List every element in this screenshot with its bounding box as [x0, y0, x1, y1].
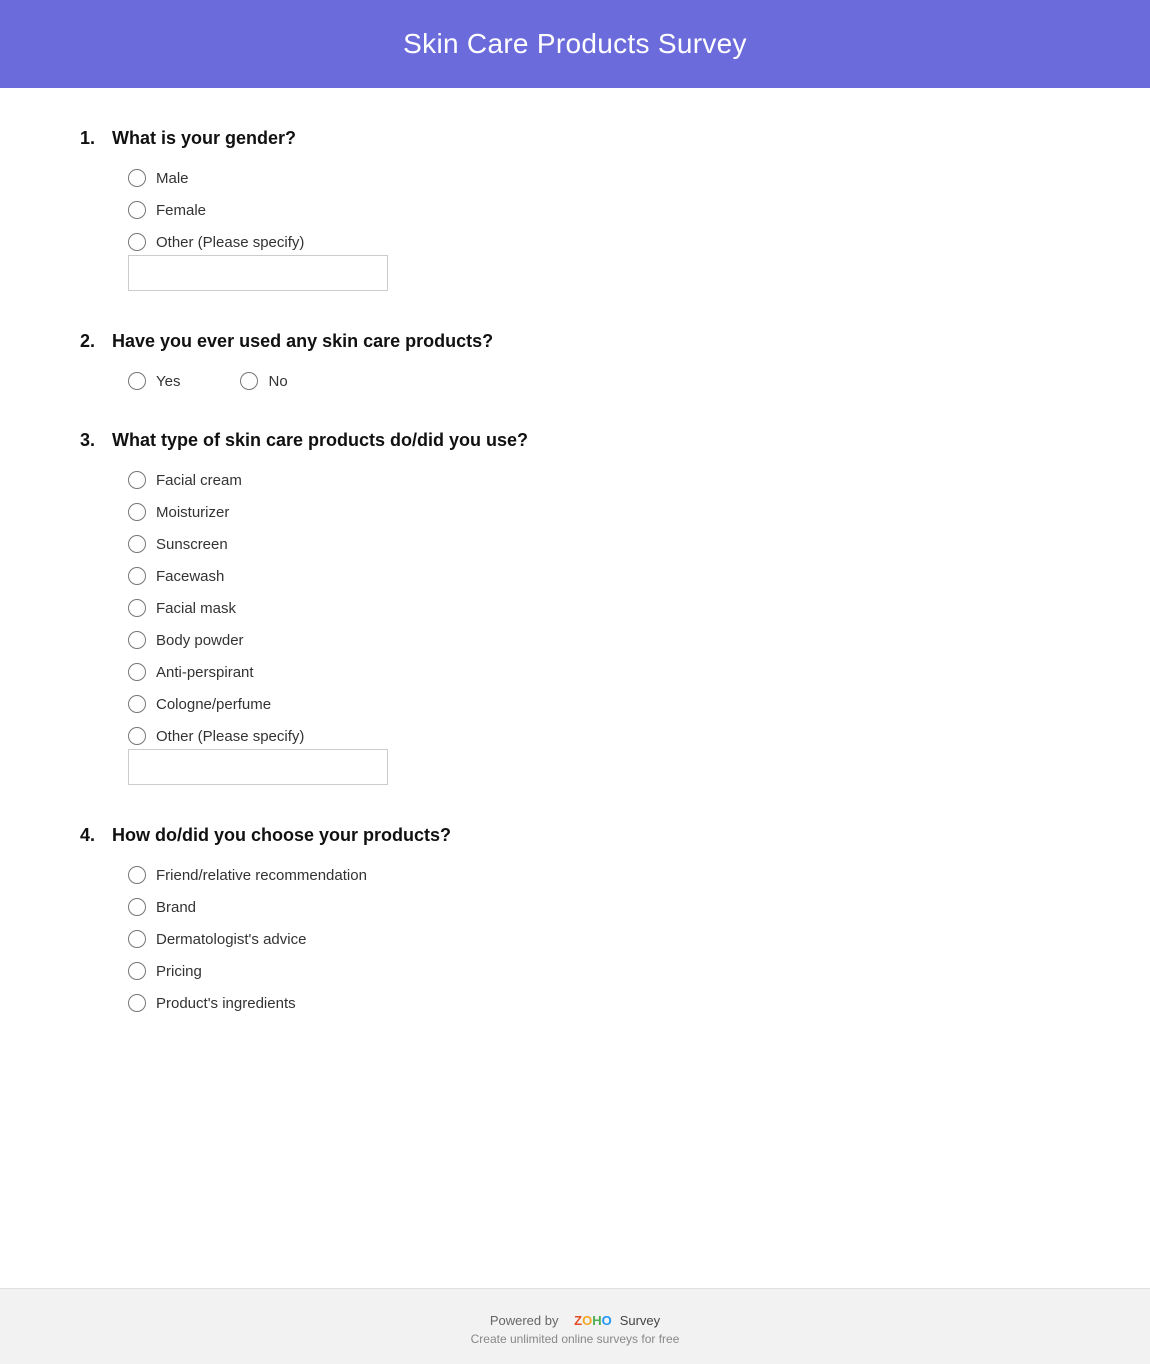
choose-friend-label[interactable]: Friend/relative recommendation — [156, 867, 367, 884]
question-1-number: 1. — [80, 128, 112, 149]
list-item: Female — [128, 201, 1070, 219]
product-antiperspirant-label[interactable]: Anti-perspirant — [156, 664, 254, 681]
choose-pricing-label[interactable]: Pricing — [156, 963, 202, 980]
choose-dermatologist-label[interactable]: Dermatologist's advice — [156, 931, 306, 948]
survey-title: Skin Care Products Survey — [0, 28, 1150, 60]
footer-powered-by: Powered by ZOHO Survey — [0, 1313, 1150, 1328]
product-moisturizer-radio[interactable] — [128, 503, 146, 521]
list-item: Body powder — [128, 631, 1070, 649]
question-1-label: 1. What is your gender? — [80, 128, 1070, 149]
question-3: 3. What type of skin care products do/di… — [80, 430, 1070, 785]
choose-brand-label[interactable]: Brand — [156, 899, 196, 916]
powered-by-text: Powered by — [490, 1313, 559, 1328]
gender-female-radio[interactable] — [128, 201, 146, 219]
product-cologne-radio[interactable] — [128, 695, 146, 713]
product-other-input[interactable] — [128, 749, 388, 785]
question-4-number: 4. — [80, 825, 112, 846]
question-3-options: Facial cream Moisturizer Sunscreen Facew… — [128, 471, 1070, 745]
list-item: Facial mask — [128, 599, 1070, 617]
question-2-number: 2. — [80, 331, 112, 352]
list-item: Brand — [128, 898, 1070, 916]
product-other-radio[interactable] — [128, 727, 146, 745]
zoho-o: O — [582, 1313, 592, 1328]
choose-friend-radio[interactable] — [128, 866, 146, 884]
footer-sub-text: Create unlimited online surveys for free — [0, 1332, 1150, 1346]
list-item: Male — [128, 169, 1070, 187]
question-1-text: What is your gender? — [112, 128, 296, 149]
product-facewash-radio[interactable] — [128, 567, 146, 585]
question-3-text: What type of skin care products do/did y… — [112, 430, 528, 451]
product-sunscreen-label[interactable]: Sunscreen — [156, 536, 228, 553]
question-3-label: 3. What type of skin care products do/di… — [80, 430, 1070, 451]
list-item: No — [240, 372, 287, 390]
zoho-z: Z — [574, 1313, 582, 1328]
survey-header: Skin Care Products Survey — [0, 0, 1150, 88]
gender-female-label[interactable]: Female — [156, 202, 206, 219]
skincare-no-radio[interactable] — [240, 372, 258, 390]
choose-pricing-radio[interactable] — [128, 962, 146, 980]
list-item: Moisturizer — [128, 503, 1070, 521]
list-item: Other (Please specify) — [128, 233, 1070, 251]
gender-male-label[interactable]: Male — [156, 170, 189, 187]
product-facial-mask-radio[interactable] — [128, 599, 146, 617]
question-2-text: Have you ever used any skin care product… — [112, 331, 493, 352]
product-cologne-label[interactable]: Cologne/perfume — [156, 696, 271, 713]
list-item: Friend/relative recommendation — [128, 866, 1070, 884]
product-other-label[interactable]: Other (Please specify) — [156, 728, 304, 745]
survey-footer: Powered by ZOHO Survey Create unlimited … — [0, 1288, 1150, 1364]
product-body-powder-label[interactable]: Body powder — [156, 632, 244, 649]
question-2-options: Yes No — [128, 372, 1070, 390]
gender-other-label[interactable]: Other (Please specify) — [156, 234, 304, 251]
question-4-options: Friend/relative recommendation Brand Der… — [128, 866, 1070, 1012]
gender-male-radio[interactable] — [128, 169, 146, 187]
list-item: Product's ingredients — [128, 994, 1070, 1012]
survey-body: 1. What is your gender? Male Female Othe… — [0, 88, 1150, 1288]
product-facial-cream-label[interactable]: Facial cream — [156, 472, 242, 489]
list-item: Facial cream — [128, 471, 1070, 489]
zoho-logo: ZOHO — [574, 1313, 612, 1328]
question-2-inline-options: Yes No — [128, 372, 1070, 390]
product-antiperspirant-radio[interactable] — [128, 663, 146, 681]
choose-brand-radio[interactable] — [128, 898, 146, 916]
choose-ingredients-label[interactable]: Product's ingredients — [156, 995, 296, 1012]
product-sunscreen-radio[interactable] — [128, 535, 146, 553]
product-moisturizer-label[interactable]: Moisturizer — [156, 504, 229, 521]
question-4-label: 4. How do/did you choose your products? — [80, 825, 1070, 846]
zoho-o2: O — [602, 1313, 612, 1328]
product-facial-mask-label[interactable]: Facial mask — [156, 600, 236, 617]
product-body-powder-radio[interactable] — [128, 631, 146, 649]
choose-ingredients-radio[interactable] — [128, 994, 146, 1012]
list-item: Other (Please specify) — [128, 727, 1070, 745]
skincare-yes-radio[interactable] — [128, 372, 146, 390]
question-4: 4. How do/did you choose your products? … — [80, 825, 1070, 1012]
skincare-yes-label[interactable]: Yes — [156, 373, 180, 390]
product-facial-cream-radio[interactable] — [128, 471, 146, 489]
question-2-label: 2. Have you ever used any skin care prod… — [80, 331, 1070, 352]
list-item: Cologne/perfume — [128, 695, 1070, 713]
list-item: Sunscreen — [128, 535, 1070, 553]
question-1-options: Male Female Other (Please specify) — [128, 169, 1070, 251]
question-1: 1. What is your gender? Male Female Othe… — [80, 128, 1070, 291]
zoho-h: H — [592, 1313, 601, 1328]
footer-survey-label: Survey — [620, 1313, 660, 1328]
list-item: Facewash — [128, 567, 1070, 585]
choose-dermatologist-radio[interactable] — [128, 930, 146, 948]
question-4-text: How do/did you choose your products? — [112, 825, 451, 846]
question-2: 2. Have you ever used any skin care prod… — [80, 331, 1070, 390]
gender-other-radio[interactable] — [128, 233, 146, 251]
list-item: Dermatologist's advice — [128, 930, 1070, 948]
product-facewash-label[interactable]: Facewash — [156, 568, 224, 585]
question-3-number: 3. — [80, 430, 112, 451]
gender-other-input[interactable] — [128, 255, 388, 291]
list-item: Anti-perspirant — [128, 663, 1070, 681]
list-item: Pricing — [128, 962, 1070, 980]
list-item: Yes — [128, 372, 180, 390]
skincare-no-label[interactable]: No — [268, 373, 287, 390]
